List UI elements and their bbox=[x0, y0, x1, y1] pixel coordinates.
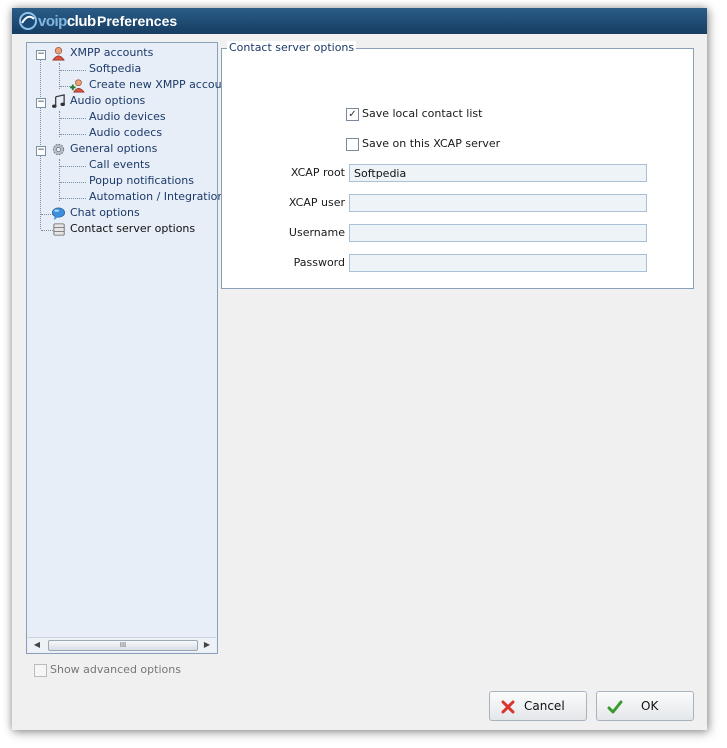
music-note-icon bbox=[52, 94, 65, 108]
xcap-user-input[interactable] bbox=[349, 194, 647, 212]
tree-connector bbox=[60, 166, 86, 167]
username-label: Username bbox=[288, 226, 345, 239]
xcap-root-input[interactable] bbox=[349, 164, 647, 182]
show-advanced-options-checkbox[interactable] bbox=[34, 664, 47, 677]
tree-connector bbox=[60, 182, 86, 183]
tree-item-chat-options[interactable]: Chat options bbox=[70, 205, 140, 221]
cancel-button-label: Cancel bbox=[524, 699, 565, 713]
preferences-window: voipclub Preferences − − − XMPP accounts… bbox=[12, 8, 707, 730]
password-label: Password bbox=[293, 256, 345, 269]
expander-xmpp-accounts[interactable]: − bbox=[36, 50, 46, 60]
tree-connector bbox=[60, 134, 86, 135]
ok-button-label: OK bbox=[641, 699, 659, 713]
tree-item-xmpp-accounts[interactable]: XMPP accounts bbox=[70, 45, 153, 61]
tree-item-popup-notifications[interactable]: Popup notifications bbox=[89, 173, 194, 189]
preferences-tree[interactable]: − − − XMPP accounts Softpedia Create new… bbox=[26, 42, 233, 654]
scroll-right-icon[interactable]: ▶ bbox=[200, 638, 214, 652]
gear-icon bbox=[52, 143, 65, 156]
tree-item-audio-options[interactable]: Audio options bbox=[70, 93, 145, 109]
tree-connector bbox=[40, 55, 41, 229]
title-bar[interactable]: voipclub Preferences bbox=[12, 8, 707, 34]
xcap-user-label: XCAP user bbox=[288, 196, 345, 209]
contact-server-options-group: Contact server options ✓ Save local cont… bbox=[221, 41, 694, 289]
tree-item-audio-devices[interactable]: Audio devices bbox=[89, 109, 166, 125]
database-icon bbox=[53, 223, 65, 236]
checkmark-icon bbox=[607, 700, 623, 714]
logo-text-voip: voip bbox=[38, 13, 67, 30]
save-on-xcap-server-checkbox[interactable] bbox=[346, 138, 359, 151]
scroll-thumb[interactable]: III bbox=[48, 640, 198, 651]
password-input[interactable] bbox=[349, 254, 647, 272]
show-advanced-options-label: Show advanced options bbox=[50, 663, 181, 676]
tree-connector bbox=[60, 70, 86, 71]
tree-item-audio-codecs[interactable]: Audio codecs bbox=[89, 125, 162, 141]
tree-item-contact-server-options[interactable]: Contact server options bbox=[70, 221, 195, 237]
group-title: Contact server options bbox=[227, 41, 357, 54]
expander-audio-options[interactable]: − bbox=[36, 98, 46, 108]
xcap-root-label: XCAP root bbox=[290, 166, 345, 179]
tree-horizontal-scrollbar[interactable]: ◀ III ▶ bbox=[28, 637, 216, 652]
app-logo: voipclub bbox=[18, 11, 98, 31]
expander-general-options[interactable]: − bbox=[36, 146, 46, 156]
save-local-contact-list-label: Save local contact list bbox=[362, 107, 483, 120]
cancel-x-icon bbox=[501, 700, 515, 714]
save-local-contact-list-checkbox[interactable]: ✓ bbox=[346, 108, 359, 121]
cancel-button[interactable]: Cancel bbox=[489, 691, 587, 721]
save-on-xcap-server-label: Save on this XCAP server bbox=[362, 137, 501, 150]
tree-item-call-events[interactable]: Call events bbox=[89, 157, 150, 173]
tree-item-softpedia[interactable]: Softpedia bbox=[89, 61, 141, 77]
add-user-icon bbox=[70, 79, 85, 93]
scroll-left-icon[interactable]: ◀ bbox=[30, 638, 44, 652]
logo-swirl-icon bbox=[19, 12, 37, 30]
tree-item-general-options[interactable]: General options bbox=[70, 141, 157, 157]
chat-bubble-icon bbox=[52, 207, 65, 221]
user-icon bbox=[52, 47, 65, 61]
window-title: Preferences bbox=[97, 13, 178, 29]
logo-text-club: club bbox=[66, 13, 96, 30]
tree-item-create-new-xmpp-account[interactable]: Create new XMPP account bbox=[89, 77, 233, 93]
username-input[interactable] bbox=[349, 224, 647, 242]
scroll-grip: III bbox=[119, 641, 127, 649]
tree-connector bbox=[60, 198, 86, 199]
tree-connector bbox=[60, 118, 86, 119]
ok-button[interactable]: OK bbox=[596, 691, 694, 721]
logo-text: voipclub bbox=[38, 13, 96, 30]
tree-item-automation-integration[interactable]: Automation / Integration bbox=[89, 189, 224, 205]
